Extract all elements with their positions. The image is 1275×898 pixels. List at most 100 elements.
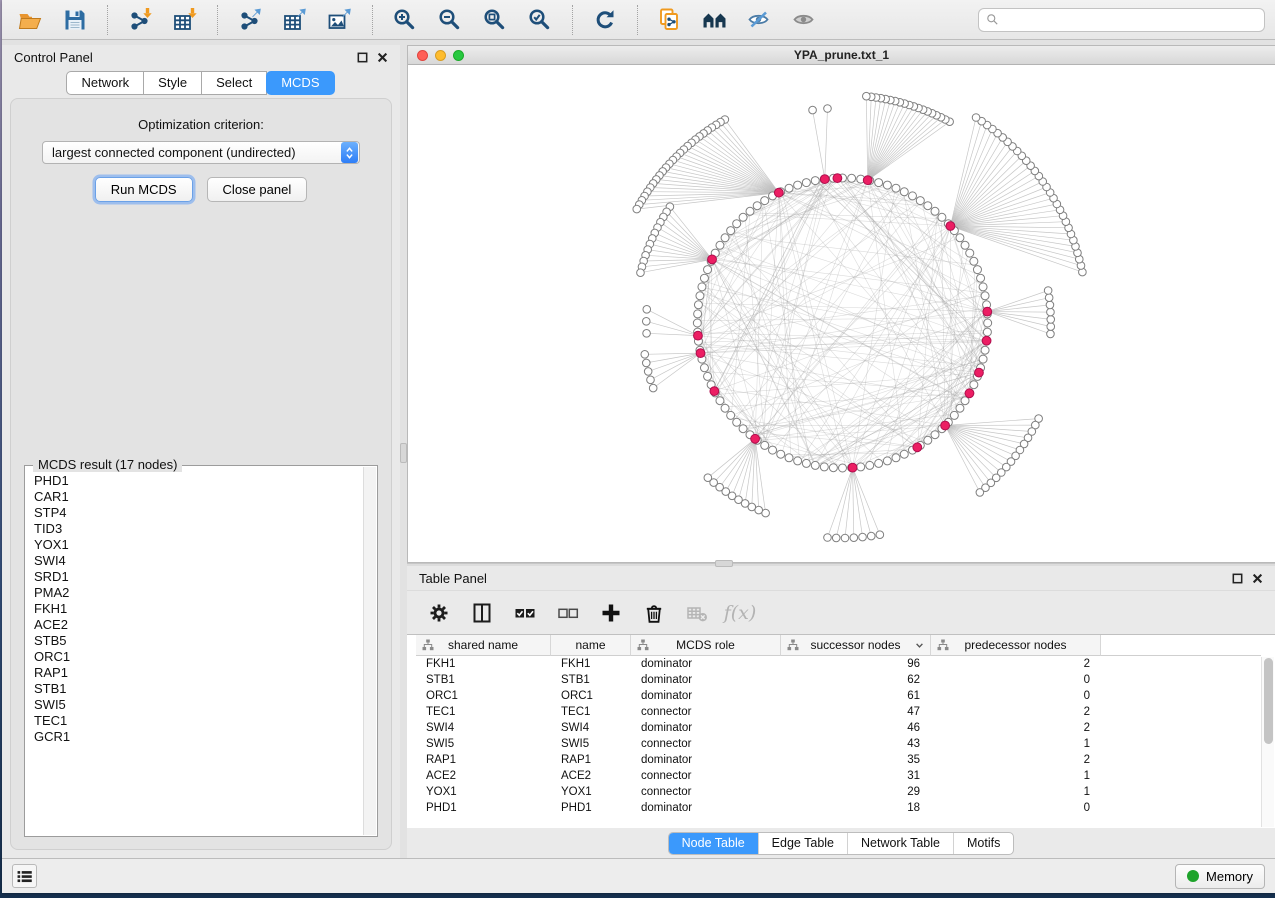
first-neighbors-button[interactable]	[697, 4, 733, 36]
mcds-result-item[interactable]: FKH1	[34, 601, 362, 617]
zoom-selected-button[interactable]	[522, 4, 558, 36]
table-row[interactable]: PHD1PHD1dominator180	[416, 800, 1275, 816]
mcds-result-item[interactable]: STB1	[34, 681, 362, 697]
table-splitter-grip[interactable]	[715, 560, 733, 567]
hide-selected-button[interactable]	[742, 4, 778, 36]
mcds-result-item[interactable]: STB5	[34, 633, 362, 649]
mcds-result-item[interactable]: STP4	[34, 505, 362, 521]
cell-name: FKH1	[551, 658, 631, 670]
cell-name: YOX1	[551, 786, 631, 798]
tab-network-table[interactable]: Network Table	[847, 833, 953, 854]
network-canvas[interactable]	[408, 65, 1275, 562]
toolbar-separator	[572, 5, 573, 35]
cell-successor-nodes: 46	[781, 722, 931, 734]
table-row[interactable]: TEC1TEC1connector472	[416, 704, 1275, 720]
import-table-button[interactable]	[167, 4, 203, 36]
function-builder-button: f(x)	[726, 599, 754, 627]
close-table-panel-icon[interactable]	[1251, 572, 1263, 584]
zoom-out-button[interactable]	[432, 4, 468, 36]
column-header-successor-nodes[interactable]: successor nodes	[781, 635, 931, 656]
tab-mcds[interactable]: MCDS	[266, 71, 334, 95]
cell-predecessor-nodes: 2	[931, 658, 1101, 670]
table-scrollbar[interactable]	[1261, 657, 1274, 827]
table-row[interactable]: ACE2ACE2connector311	[416, 768, 1275, 784]
tab-network[interactable]: Network	[66, 71, 144, 95]
cell-mcds-role: dominator	[631, 802, 781, 814]
delete-column-button[interactable]	[640, 599, 668, 627]
search-input[interactable]	[1004, 13, 1257, 27]
panel-splitter[interactable]	[400, 45, 407, 858]
export-image-button[interactable]	[322, 4, 358, 36]
export-table-button[interactable]	[277, 4, 313, 36]
panel-layout-button[interactable]	[468, 599, 496, 627]
table-row[interactable]: FKH1FKH1dominator962	[416, 656, 1275, 672]
table-row[interactable]: YOX1YOX1connector291	[416, 784, 1275, 800]
column-header-mcds-role[interactable]: MCDS role	[631, 635, 781, 656]
mcds-result-item[interactable]: PMA2	[34, 585, 362, 601]
table-scrollbar-thumb[interactable]	[1264, 658, 1273, 744]
cell-predecessor-nodes: 2	[931, 722, 1101, 734]
mcds-result-item[interactable]: ORC1	[34, 649, 362, 665]
save-session-button[interactable]	[57, 4, 93, 36]
close-panel-button[interactable]: Close panel	[207, 177, 308, 202]
copy-network-button[interactable]	[652, 4, 688, 36]
table-row[interactable]: SWI5SWI5connector431	[416, 736, 1275, 752]
zoom-in-button[interactable]	[387, 4, 423, 36]
search-box[interactable]	[978, 8, 1265, 32]
tab-motifs[interactable]: Motifs	[953, 833, 1013, 854]
show-all-button[interactable]	[787, 4, 823, 36]
column-label: MCDS role	[676, 638, 735, 652]
mcds-result-item[interactable]: ACE2	[34, 617, 362, 633]
minimize-window-icon[interactable]	[435, 50, 446, 61]
tab-style[interactable]: Style	[143, 71, 202, 95]
splitter-grip[interactable]	[400, 443, 407, 463]
export-network-button[interactable]	[232, 4, 268, 36]
column-label: shared name	[448, 638, 518, 652]
mcds-result-item[interactable]: RAP1	[34, 665, 362, 681]
import-network-button[interactable]	[122, 4, 158, 36]
table-row[interactable]: STB1STB1dominator620	[416, 672, 1275, 688]
mcds-result-item[interactable]: TID3	[34, 521, 362, 537]
mcds-result-item[interactable]: GCR1	[34, 729, 362, 745]
org-chart-icon	[787, 639, 799, 651]
table-row[interactable]: SWI4SWI4dominator462	[416, 720, 1275, 736]
tab-node-table[interactable]: Node Table	[669, 833, 758, 854]
table-row[interactable]: RAP1RAP1dominator352	[416, 752, 1275, 768]
mcds-list-scrollbar[interactable]	[363, 467, 376, 835]
mcds-result-item[interactable]: SWI4	[34, 553, 362, 569]
mcds-result-item[interactable]: YOX1	[34, 537, 362, 553]
cell-mcds-role: dominator	[631, 658, 781, 670]
select-all-columns-button[interactable]	[511, 599, 539, 627]
criterion-dropdown[interactable]: largest connected component (undirected)	[42, 141, 360, 164]
memory-button[interactable]: Memory	[1175, 864, 1265, 889]
mcds-result-item[interactable]: SWI5	[34, 697, 362, 713]
run-mcds-button[interactable]: Run MCDS	[95, 177, 193, 202]
node-table: shared name name MCDS role successor nodesp…	[407, 634, 1275, 828]
column-header-shared-name[interactable]: shared name	[416, 635, 551, 656]
memory-status-icon	[1187, 870, 1199, 882]
table-row[interactable]: ORC1ORC1dominator610	[416, 688, 1275, 704]
table-splitter[interactable]	[407, 563, 1275, 566]
tab-select[interactable]: Select	[201, 71, 267, 95]
mcds-result-item[interactable]: TEC1	[34, 713, 362, 729]
control-panel: Control Panel NetworkStyleSelectMCDS Opt…	[2, 45, 400, 858]
column-settings-button[interactable]	[425, 599, 453, 627]
deselect-all-columns-button[interactable]	[554, 599, 582, 627]
zoom-fit-button[interactable]	[477, 4, 513, 36]
column-header-name[interactable]: name	[551, 635, 631, 656]
mcds-result-item[interactable]: SRD1	[34, 569, 362, 585]
close-panel-icon[interactable]	[376, 51, 388, 63]
cell-shared-name: FKH1	[416, 658, 551, 670]
task-history-button[interactable]	[12, 864, 37, 888]
tab-edge-table[interactable]: Edge Table	[758, 833, 847, 854]
close-window-icon[interactable]	[417, 50, 428, 61]
mcds-result-item[interactable]: PHD1	[34, 473, 362, 489]
float-table-panel-icon[interactable]	[1231, 572, 1243, 584]
mcds-result-item[interactable]: CAR1	[34, 489, 362, 505]
column-header-predecessor-nodes[interactable]: predecessor nodes	[931, 635, 1101, 656]
add-column-button[interactable]	[597, 599, 625, 627]
maximize-window-icon[interactable]	[453, 50, 464, 61]
open-file-button[interactable]	[12, 4, 48, 36]
float-panel-icon[interactable]	[356, 51, 368, 63]
refresh-layout-button[interactable]	[587, 4, 623, 36]
